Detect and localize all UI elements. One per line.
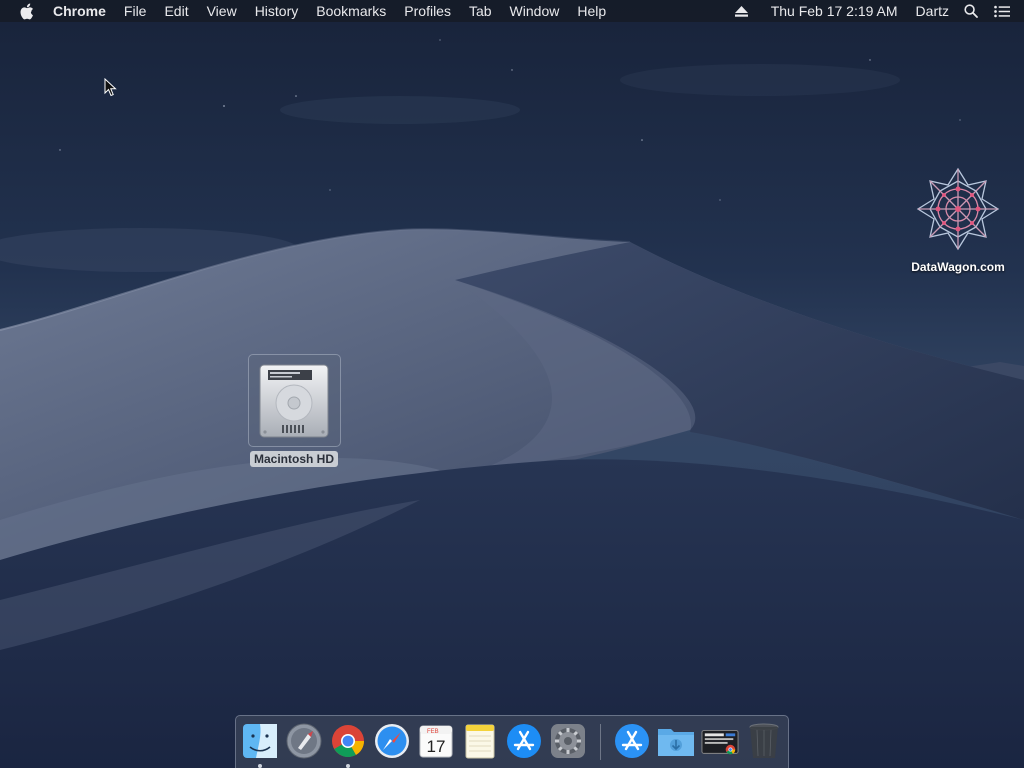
menu-view[interactable]: View xyxy=(198,0,246,22)
dock-item-app-store[interactable] xyxy=(505,721,543,761)
menu-edit[interactable]: Edit xyxy=(155,0,197,22)
applications-folder-icon xyxy=(615,724,649,758)
dock-item-applications[interactable] xyxy=(613,721,651,761)
fast-user-switching-name[interactable]: Dartz xyxy=(916,0,949,22)
dock-item-notes[interactable] xyxy=(461,721,499,761)
menu-help[interactable]: Help xyxy=(568,0,615,22)
app-store-icon xyxy=(507,724,541,758)
dock-item-recent-document[interactable] xyxy=(701,721,739,761)
menu-history[interactable]: History xyxy=(246,0,308,22)
menu-file[interactable]: File xyxy=(115,0,156,22)
dock-item-google-chrome[interactable] xyxy=(329,721,367,768)
apple-menu-icon[interactable] xyxy=(19,2,37,20)
menu-window[interactable]: Window xyxy=(501,0,569,22)
notification-center-icon[interactable] xyxy=(994,3,1010,19)
menu-bookmarks[interactable]: Bookmarks xyxy=(307,0,395,22)
menu-app-chrome[interactable]: Chrome xyxy=(49,0,115,22)
finder-icon xyxy=(243,724,277,758)
menu-bar-clock[interactable]: Thu Feb 17 2:19 AM xyxy=(771,0,898,22)
dock-item-finder[interactable] xyxy=(241,721,279,768)
mouse-pointer-icon xyxy=(104,78,117,97)
dock: FEB 17 xyxy=(235,715,789,768)
spotlight-search-icon[interactable] xyxy=(963,3,979,19)
desktop-icon-datawagon[interactable]: DataWagon.com xyxy=(896,166,1020,274)
dock-item-downloads[interactable] xyxy=(657,721,695,761)
running-indicator xyxy=(258,764,262,768)
launchpad-icon xyxy=(286,723,322,759)
desktop-icon-label: DataWagon.com xyxy=(911,260,1005,274)
desktop-wallpaper xyxy=(0,0,1024,768)
downloads-folder-icon xyxy=(658,729,694,756)
notes-icon xyxy=(465,724,495,759)
system-preferences-icon xyxy=(551,724,585,758)
menu-bar-left: Chrome File Edit View History Bookmarks … xyxy=(0,0,615,22)
recent-document-stack-icon xyxy=(701,730,739,755)
hard-drive-icon xyxy=(259,364,329,437)
menu-bar-status-area: Thu Feb 17 2:19 AM Dartz xyxy=(734,0,1024,22)
eject-icon[interactable] xyxy=(734,3,750,19)
chrome-icon xyxy=(332,725,365,758)
dock-item-calendar[interactable]: FEB 17 xyxy=(417,721,455,761)
dock-item-launchpad[interactable] xyxy=(285,721,323,761)
selection-highlight xyxy=(247,354,341,447)
dock-item-safari[interactable] xyxy=(373,721,411,761)
menu-tab[interactable]: Tab xyxy=(460,0,501,22)
trash-icon xyxy=(749,723,779,758)
dock-item-system-preferences[interactable] xyxy=(549,721,587,761)
safari-icon xyxy=(375,724,409,758)
dock-separator xyxy=(600,724,601,760)
datawagon-logo-icon xyxy=(916,167,1000,251)
desktop-icon-label: Macintosh HD xyxy=(249,451,338,467)
calendar-day: 17 xyxy=(427,737,446,756)
menu-profiles[interactable]: Profiles xyxy=(395,0,460,22)
calendar-month: FEB xyxy=(427,729,439,735)
running-indicator xyxy=(346,764,350,768)
desktop-icon-macintosh-hd[interactable]: Macintosh HD xyxy=(244,354,344,470)
calendar-icon: FEB 17 xyxy=(419,725,453,758)
dock-item-trash[interactable] xyxy=(745,721,783,761)
menu-bar: Chrome File Edit View History Bookmarks … xyxy=(0,0,1024,22)
